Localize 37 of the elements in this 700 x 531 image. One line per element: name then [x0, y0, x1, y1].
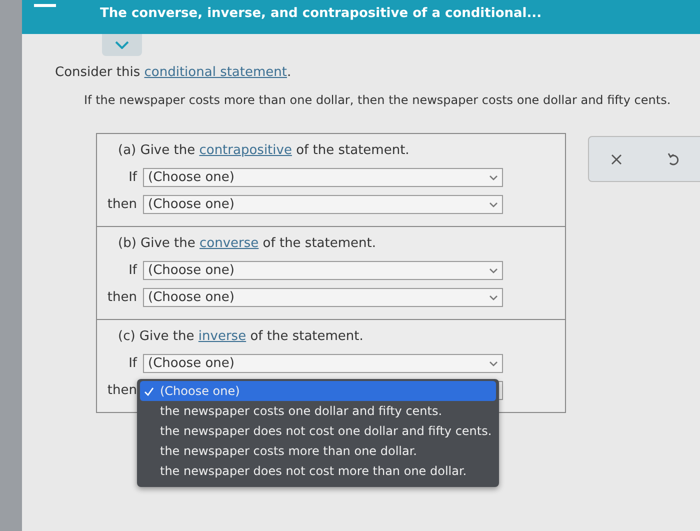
undo-button[interactable]	[666, 152, 679, 166]
choice-dropdown[interactable]: (Choose one)	[143, 195, 503, 214]
question-prompt: (c) Give the inverse of the statement.	[118, 329, 364, 344]
dropdown-option[interactable]: the newspaper does not cost one dollar and fifty cents.	[140, 421, 496, 441]
clause-label: then	[106, 290, 138, 305]
question-prompt: (a) Give the contrapositive of the statement.	[118, 143, 410, 158]
dropdown-option[interactable]: the newspaper costs more than one dollar.	[140, 441, 496, 461]
choice-dropdown[interactable]: (Choose one)	[143, 354, 503, 373]
chevron-down-icon	[115, 41, 129, 49]
undo-icon	[666, 152, 679, 166]
check-icon	[144, 386, 154, 396]
dropdown-option[interactable]: (Choose one)	[140, 381, 496, 401]
close-button[interactable]	[611, 154, 622, 164]
question-prompt: (b) Give the converse of the statement.	[118, 236, 377, 251]
clause-label: If	[128, 263, 138, 278]
choice-dropdown[interactable]: (Choose one)	[143, 261, 503, 280]
close-icon	[611, 154, 622, 164]
dropdown-option[interactable]: the newspaper does not cost more than one dollar.	[140, 461, 496, 481]
caret-icon	[489, 268, 498, 274]
definition-link[interactable]: contrapositive	[199, 143, 292, 158]
choice-dropdown[interactable]: (Choose one)	[143, 168, 503, 187]
window-title: The converse, inverse, and contrapositive of a conditional...	[100, 6, 542, 20]
intro-text: Consider this conditional statement.	[55, 65, 292, 80]
clause-label: If	[128, 170, 138, 185]
caret-icon	[489, 360, 498, 366]
conditional-statement: If the newspaper costs more than one dollar, then the newspaper costs one dollar and fifty cents.	[84, 93, 672, 107]
definition-link[interactable]: conditional statement	[144, 65, 287, 80]
caret-icon	[489, 202, 498, 208]
choice-dropdown[interactable]: (Choose one)	[143, 288, 503, 307]
dropdown-option[interactable]: the newspaper costs one dollar and fifty cents.	[140, 401, 496, 421]
definition-link[interactable]: inverse	[198, 329, 246, 344]
definition-link[interactable]: converse	[200, 236, 259, 251]
clause-label: If	[128, 356, 138, 371]
clause-label: then	[106, 383, 138, 398]
caret-icon	[489, 294, 498, 300]
clause-label: then	[106, 197, 138, 212]
caret-icon	[489, 174, 498, 180]
